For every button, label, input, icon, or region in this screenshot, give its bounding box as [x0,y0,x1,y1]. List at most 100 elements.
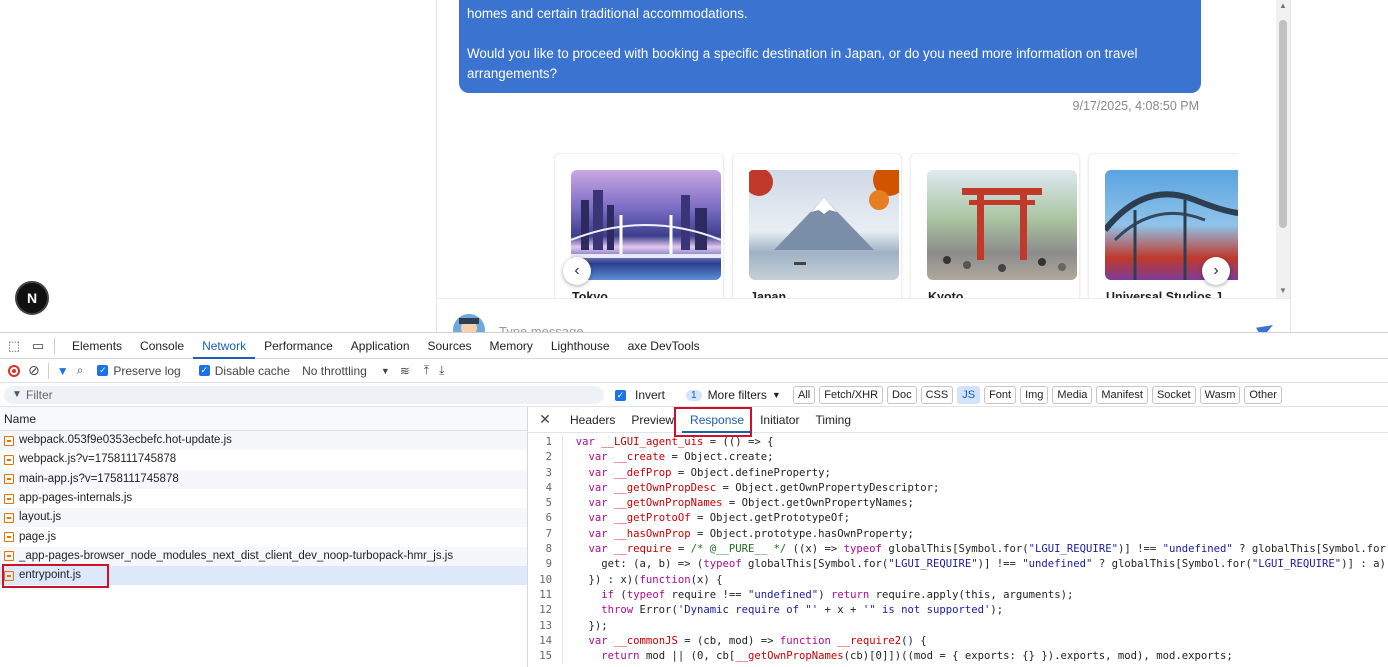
code-text: var __require = /* @__PURE__ */ ((x) => … [562,542,1388,558]
js-file-icon [4,532,14,543]
line-number: 15 [539,650,552,663]
filter-chip-all[interactable]: All [793,386,816,404]
more-filters-dropdown[interactable]: 1 More filters ▼ [686,388,781,402]
dropdown-arrow-icon: ▼ [771,390,781,400]
filter-input[interactable]: ▼ Filter [4,386,604,404]
detail-tabs: ✕ Headers Preview Response Initiator Tim… [528,407,1388,433]
filter-chip-img[interactable]: Img [1020,386,1049,404]
inspect-element-icon[interactable]: ⬚ [4,338,24,354]
code-text: var __getProtoOf = Object.getPrototypeOf… [562,511,850,527]
line-number: 2 [545,451,552,464]
preserve-log-checkbox[interactable]: ✓ Preserve log [97,364,181,378]
send-icon[interactable] [1256,319,1276,332]
code-line: 2 var __create = Object.create; [528,450,1388,466]
export-har-button[interactable]: ⤓ [439,363,444,378]
record-icon [8,364,20,377]
filter-chip-fetch-xhr[interactable]: Fetch/XHR [819,386,884,404]
filter-chip-manifest[interactable]: Manifest [1096,386,1148,404]
tab-application[interactable]: Application [342,333,419,359]
filter-chip-css[interactable]: CSS [920,386,954,404]
search-button[interactable]: ⌕ [77,363,84,378]
code-text: var __getOwnPropDesc = Object.getOwnProp… [562,480,939,497]
code-text: if (typeof require !== "undefined") retu… [562,587,1073,604]
filter-chip-wasm[interactable]: Wasm [1199,386,1241,404]
code-text: var __getOwnPropNames = Object.getOwnPro… [562,496,914,512]
tab-axe-devtools[interactable]: axe DevTools [619,333,709,359]
clear-button[interactable]: ⊘ [28,362,40,379]
tab-console[interactable]: Console [131,333,193,359]
tab-elements[interactable]: Elements [63,333,131,359]
mount-fuji-image [749,170,899,280]
request-row[interactable]: layout.js [0,508,527,528]
code-line: 12 throw Error('Dynamic require of "' + … [528,603,1388,619]
upload-icon: ⤒ [423,363,430,377]
message-text-1: homes and certain traditional accommodat… [467,6,748,21]
filter-chip-js[interactable]: JS [957,386,981,404]
scroll-down-icon[interactable]: ▼ [1279,286,1287,295]
scroll-thumb[interactable] [1279,20,1287,228]
tab-lighthouse[interactable]: Lighthouse [542,333,619,359]
scroll-up-icon[interactable]: ▲ [1279,1,1287,10]
code-line: 14 var __commonJS = (cb, mod) => functio… [528,633,1388,650]
checkbox-checked-icon: ✓ [615,389,626,401]
line-number: 13 [539,619,552,632]
line-number: 7 [545,527,552,540]
destination-card[interactable]: Kyoto [910,153,1080,298]
network-conditions-button[interactable]: ≋ [400,364,410,378]
filter-toggle-button[interactable]: ▼ [57,364,69,378]
code-line: 10 }) : x)(function(x) { [528,572,1388,588]
filter-chip-media[interactable]: Media [1052,386,1093,404]
request-row[interactable]: page.js [0,527,527,546]
response-code-viewer[interactable]: 1 var __LGUI_agent_uis = (() => {2 var _… [528,435,1388,667]
invert-checkbox[interactable]: ✓ Invert [615,388,665,402]
carousel-prev-button[interactable]: ‹ [563,257,591,285]
column-header-name[interactable]: Name [0,407,527,431]
tab-timing[interactable]: Timing [807,407,859,433]
chat-scrollbar[interactable]: ▲ ▼ [1276,0,1290,298]
code-text: var __commonJS = (cb, mod) => function _… [562,633,927,650]
chat-input-bar: Type message... [437,298,1290,332]
highlight-entrypoint [2,564,109,588]
line-number: 8 [545,543,552,556]
carousel-next-button[interactable]: › [1202,257,1230,285]
filter-chip-other[interactable]: Other [1244,386,1282,404]
divider [47,362,49,379]
message-input[interactable]: Type message... [499,324,594,332]
close-icon[interactable]: ✕ [528,411,562,428]
destination-card[interactable]: Japan [732,153,902,298]
line-number: 4 [545,481,552,494]
card-title: Kyoto [928,290,964,298]
js-file-icon [4,435,14,446]
filter-chip-doc[interactable]: Doc [887,386,917,404]
filter-chip-font[interactable]: Font [984,386,1017,404]
funnel-icon: ▼ [56,363,69,378]
tab-performance[interactable]: Performance [255,333,342,359]
code-text: var __defProp = Object.defineProperty; [562,465,831,481]
import-har-button[interactable]: ⤒ [424,363,429,378]
record-button[interactable] [8,364,20,377]
tab-headers[interactable]: Headers [562,407,623,433]
line-number: 11 [539,588,552,601]
request-row[interactable]: webpack.053f9e0353ecbefc.hot-update.js [0,431,527,451]
filter-chip-socket[interactable]: Socket [1151,386,1196,404]
tab-initiator[interactable]: Initiator [752,407,807,433]
tab-network[interactable]: Network [193,333,256,359]
code-line: 9 get: (a, b) => (typeof globalThis[Symb… [528,557,1388,573]
tab-sources[interactable]: Sources [419,333,481,359]
request-row[interactable]: webpack.js?v=1758111745878 [0,450,527,469]
request-row[interactable]: app-pages-internals.js [0,489,527,508]
line-number: 9 [545,558,552,571]
download-icon: ⤓ [439,363,445,377]
device-toolbar-icon[interactable]: ▭ [28,338,48,354]
destination-carousel: Tokyo Japan Kyoto Universal Studios J ‹ … [554,153,1238,298]
card-title: Tokyo [572,290,608,298]
next-dev-indicator[interactable]: N [15,281,49,315]
js-file-icon [4,493,14,504]
checkbox-checked-icon: ✓ [198,365,210,376]
network-toolbar: ⊘ ▼ ⌕ ✓ Preserve log ✓ Disable cache No th… [0,359,1388,383]
throttling-select[interactable]: No throttling ▼ [302,364,390,378]
tab-memory[interactable]: Memory [481,333,542,359]
code-text: var __create = Object.create; [562,450,774,466]
disable-cache-checkbox[interactable]: ✓ Disable cache [198,364,290,378]
request-row[interactable]: main-app.js?v=1758111745878 [0,469,527,489]
